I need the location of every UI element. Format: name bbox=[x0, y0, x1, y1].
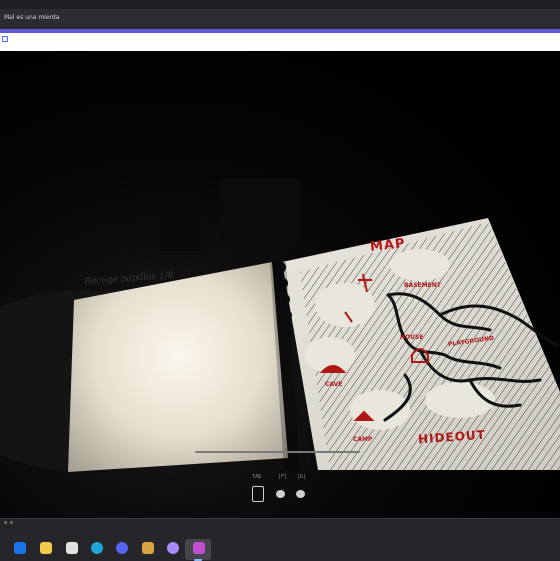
hud-key-f: [F] bbox=[278, 474, 288, 480]
tray-icon bbox=[4, 521, 7, 524]
notebook-slot-icon[interactable] bbox=[252, 486, 264, 502]
left-page bbox=[68, 262, 288, 472]
page-icon bbox=[2, 36, 8, 42]
taskbar-purple-app-icon[interactable] bbox=[167, 542, 179, 554]
map-location-basement: BASEMENT bbox=[404, 282, 441, 289]
browser-tab-title[interactable]: Mal es una mierda bbox=[4, 14, 59, 21]
taskbar-active-game-icon[interactable] bbox=[193, 542, 205, 554]
taskbar-file-explorer-icon[interactable] bbox=[40, 542, 52, 554]
taskbar-calendar-icon[interactable] bbox=[66, 542, 78, 554]
address-bar[interactable] bbox=[0, 33, 560, 51]
taskbar-discord-icon[interactable] bbox=[116, 542, 128, 554]
taskbar bbox=[0, 518, 560, 561]
taskbar-edge-icon[interactable] bbox=[91, 542, 103, 554]
map-location-camp: CAMP bbox=[353, 436, 373, 443]
tab-bar: Mal es una mierda bbox=[0, 9, 560, 29]
map-location-cave: CAVE bbox=[325, 381, 343, 388]
hud-key-tab: TAB bbox=[252, 474, 262, 480]
hud-progress-bar bbox=[195, 451, 360, 453]
hud-key-g: [G] bbox=[297, 474, 307, 480]
item-icon[interactable] bbox=[296, 490, 305, 498]
window-titlebar bbox=[0, 0, 560, 9]
map-location-house: HOUSE bbox=[400, 334, 424, 341]
taskbar-outlook-icon[interactable] bbox=[14, 542, 26, 554]
flashlight-icon[interactable] bbox=[276, 490, 285, 498]
tray-icon bbox=[10, 521, 13, 524]
taskbar-game-app-icon[interactable] bbox=[142, 542, 154, 554]
